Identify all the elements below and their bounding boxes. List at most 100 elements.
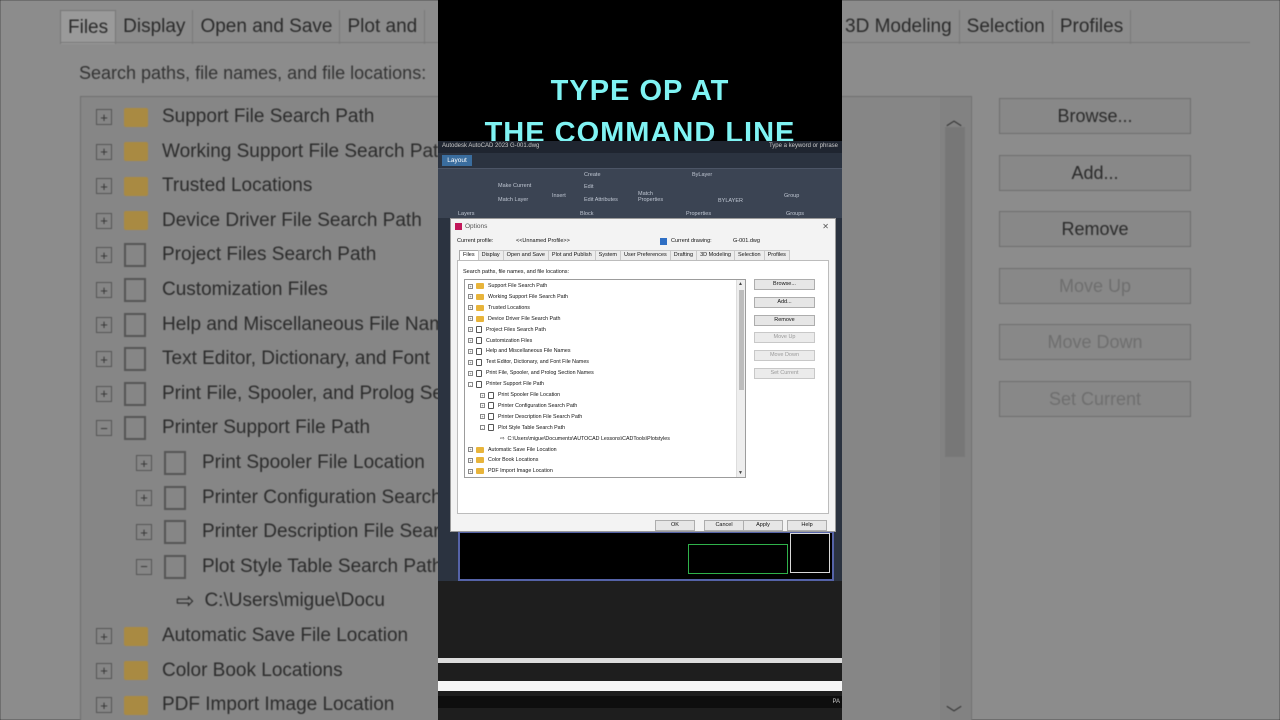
panel-block[interactable]: Block	[580, 211, 593, 217]
tree-row[interactable]: + Printer Description File Search Path	[480, 411, 582, 422]
bg-tree-row[interactable]: + Printer Configuration Search	[136, 481, 442, 515]
tree-row[interactable]: + Customization Files	[468, 335, 532, 346]
bg-button-1[interactable]: Add...	[999, 154, 1191, 191]
expand-toggle-icon[interactable]: +	[136, 455, 152, 471]
expand-toggle-icon[interactable]: +	[468, 359, 473, 365]
ok-button[interactable]: OK	[655, 520, 695, 531]
scroll-down-icon[interactable]: ▼	[738, 470, 743, 476]
drawing-canvas[interactable]	[458, 531, 834, 581]
expand-toggle-icon[interactable]: +	[468, 338, 473, 343]
expand-toggle-icon[interactable]: +	[96, 178, 112, 195]
expand-toggle-icon[interactable]: +	[96, 662, 112, 679]
expand-toggle-icon[interactable]: +	[96, 212, 112, 229]
ribbon-bylayer-color[interactable]: ByLayer	[692, 172, 712, 178]
bg-button-5[interactable]: Set Current	[999, 380, 1191, 417]
expand-toggle-icon[interactable]: +	[480, 414, 485, 420]
tree-row[interactable]: + Help and Miscellaneous File Names	[468, 346, 571, 357]
expand-toggle-icon[interactable]: -	[468, 381, 473, 387]
tab-plot-and-publish[interactable]: Plot and Publish	[547, 250, 596, 260]
bg-tab-3[interactable]: Plot and	[340, 10, 426, 44]
panel-layers[interactable]: Layers	[458, 211, 475, 217]
move-down-button[interactable]: Move Down	[754, 350, 815, 361]
expand-toggle-icon[interactable]: +	[468, 348, 473, 354]
tree-row[interactable]: + PDF Import Image Location	[468, 466, 553, 477]
bg-tree-row[interactable]: ⇨ C:\Users\migue\Docu	[176, 584, 385, 618]
ribbon-edit-attributes[interactable]: Edit Attributes	[584, 197, 618, 203]
ribbon-match-properties[interactable]: Match Properties	[638, 191, 668, 203]
bg-tree-row[interactable]: + Printer Description File Sear	[136, 515, 440, 549]
bg-tab-1[interactable]: Display	[116, 10, 194, 44]
tab-3d-modeling[interactable]: 3D Modeling	[696, 250, 735, 260]
bg-tab-right-2[interactable]: Profiles	[1053, 10, 1132, 44]
expand-toggle-icon[interactable]: +	[480, 392, 485, 398]
bg-tab-right-0[interactable]: 3D Modeling	[838, 10, 960, 44]
ribbon-insert[interactable]: Insert	[552, 193, 566, 199]
bg-tree-row[interactable]: + Automatic Save File Location	[96, 619, 408, 653]
bg-tree-row[interactable]: − Plot Style Table Search Path	[136, 550, 442, 584]
expand-toggle-icon[interactable]: +	[96, 109, 112, 125]
tree-row[interactable]: + Device Driver File Search Path	[468, 313, 560, 324]
panel-properties[interactable]: Properties	[686, 211, 711, 217]
tab-open-and-save[interactable]: Open and Save	[502, 250, 549, 260]
tab-drafting[interactable]: Drafting	[669, 250, 698, 260]
expand-toggle-icon[interactable]: −	[96, 420, 112, 437]
expand-toggle-icon[interactable]: +	[480, 403, 485, 409]
bg-tree-row[interactable]: + Text Editor, Dictionary, and Font	[96, 342, 430, 376]
expand-toggle-icon[interactable]: −	[136, 558, 152, 575]
bg-tree-row[interactable]: + Customization Files	[96, 273, 328, 307]
expand-toggle-icon[interactable]: +	[136, 489, 152, 506]
search-box[interactable]: Type a keyword or phrase	[769, 143, 838, 151]
bg-tree-row[interactable]: + Trusted Locations	[96, 169, 312, 203]
files-tree[interactable]: ▲ ▼ + Support File Search Path + Working Su…	[464, 279, 746, 478]
panel-groups[interactable]: Groups	[786, 211, 804, 217]
apply-button[interactable]: Apply	[743, 520, 783, 531]
ribbon-create[interactable]: Create	[584, 172, 601, 178]
bg-tree-row[interactable]: + Print File, Spooler, and Prolog Se	[96, 377, 443, 411]
scroll-up-icon[interactable]: ▲	[738, 281, 743, 287]
command-line[interactable]	[438, 681, 842, 691]
cancel-button[interactable]: Cancel	[704, 520, 744, 531]
bg-button-4[interactable]: Move Down	[999, 324, 1191, 360]
scroll-thumb[interactable]	[739, 290, 744, 390]
expand-toggle-icon[interactable]: +	[96, 385, 112, 402]
tree-scrollbar[interactable]: ▲ ▼	[736, 280, 745, 477]
help-button[interactable]: Help	[787, 520, 827, 531]
bg-tab-0[interactable]: Files	[60, 10, 117, 44]
tab-system[interactable]: System	[594, 250, 621, 260]
bg-tree-row[interactable]: + Support File Search Path	[96, 100, 374, 134]
bg-tree-row[interactable]: + Color Book Locations	[96, 654, 343, 688]
ribbon-bylayer-lineweight[interactable]: BYLAYER	[718, 198, 743, 204]
expand-toggle-icon[interactable]: +	[468, 283, 473, 289]
bg-tree-row[interactable]: + PDF Import Image Location	[96, 688, 394, 720]
bg-tree-row[interactable]: + Help and Miscellaneous File Nam	[96, 308, 445, 342]
ribbon-group[interactable]: Group	[784, 193, 799, 199]
tree-row[interactable]: + Print Spooler File Location	[480, 390, 560, 401]
tree-row[interactable]: + Color Book Locations	[468, 455, 538, 466]
tree-row[interactable]: + Automatic Save File Location	[468, 444, 557, 455]
tree-row[interactable]: + Project Files Search Path	[468, 324, 546, 335]
bg-tree-row[interactable]: − Printer Support File Path	[96, 411, 370, 445]
bg-tab-right-1[interactable]: Selection	[960, 10, 1053, 44]
tab-selection[interactable]: Selection	[733, 250, 765, 260]
expand-toggle-icon[interactable]: +	[468, 468, 473, 474]
expand-toggle-icon[interactable]: +	[96, 628, 112, 644]
tree-row[interactable]: + Text Editor, Dictionary, and Font File …	[468, 357, 589, 368]
expand-toggle-icon[interactable]: +	[96, 697, 112, 714]
expand-toggle-icon[interactable]: +	[468, 316, 473, 322]
tab-layout[interactable]: Layout	[442, 155, 472, 166]
tree-row[interactable]: ⇨ C:\Users\migue\Documents\AUTOCAD Lesson…	[492, 433, 670, 444]
bg-tree-row[interactable]: + Working Support File Search Pat	[96, 135, 438, 169]
browse-button[interactable]: Browse...	[754, 279, 815, 290]
expand-toggle-icon[interactable]: +	[468, 294, 473, 300]
expand-toggle-icon[interactable]: +	[468, 457, 473, 463]
bg-tree-row[interactable]: + Project Files Search Path	[96, 238, 376, 272]
expand-toggle-icon[interactable]: -	[480, 425, 485, 431]
remove-button[interactable]: Remove	[754, 315, 815, 326]
expand-toggle-icon[interactable]: +	[96, 143, 112, 160]
bg-tree-row[interactable]: + Print Spooler File Location	[136, 446, 425, 480]
move-up-button[interactable]: Move Up	[754, 332, 815, 343]
expand-toggle-icon[interactable]: +	[96, 316, 112, 333]
expand-toggle-icon[interactable]: +	[136, 524, 152, 541]
expand-toggle-icon[interactable]: +	[468, 305, 473, 311]
bg-button-3[interactable]: Move Up	[999, 267, 1191, 304]
